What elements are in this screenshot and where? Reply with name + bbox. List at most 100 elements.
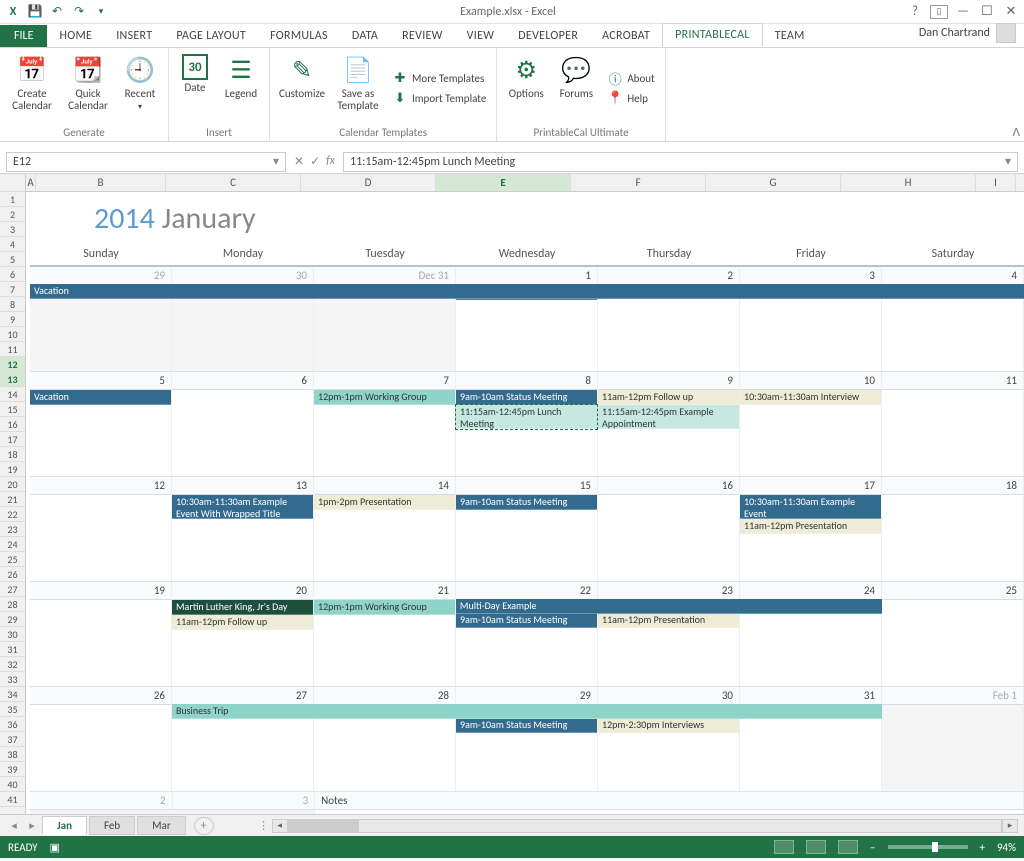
sheet-tab-mar[interactable]: Mar (137, 816, 186, 835)
minimize-icon[interactable]: — (954, 4, 972, 19)
row-header[interactable]: 33 (0, 672, 25, 687)
save-icon[interactable]: 💾 (26, 3, 44, 21)
event-multi-day[interactable]: Multi-Day Example (456, 599, 882, 614)
column-headers[interactable]: ABCDEFGHI (26, 174, 1024, 192)
create-calendar-button[interactable]: 📅Create Calendar (6, 52, 58, 124)
zoom-out-icon[interactable]: – (870, 841, 875, 854)
tab-acrobat[interactable]: ACROBAT (590, 25, 662, 47)
hscroll-track[interactable] (288, 819, 1002, 833)
col-header[interactable]: C (166, 174, 301, 191)
cancel-formula-icon[interactable]: ✕ (294, 154, 304, 169)
event-follow-up[interactable]: 11am-12pm Follow up (172, 615, 313, 630)
collapse-ribbon-icon[interactable]: ᐱ (1012, 126, 1020, 139)
row-header[interactable]: 23 (0, 522, 25, 537)
fx-icon[interactable]: fx (326, 154, 335, 169)
event-working-group[interactable]: 12pm-1pm Working Group (314, 390, 455, 405)
expand-formula-icon[interactable]: ▾ (1005, 154, 1011, 169)
event-vacation[interactable]: Vacation (30, 390, 171, 405)
row-header[interactable]: 4 (0, 237, 25, 252)
tab-team[interactable]: TEAM (763, 25, 817, 47)
tab-data[interactable]: DATA (340, 25, 390, 47)
event-mlk[interactable]: Martin Luther King, Jr's Day (172, 600, 313, 615)
event-presentation[interactable]: 1pm-2pm Presentation (314, 495, 455, 510)
row-header[interactable]: 26 (0, 567, 25, 582)
col-header[interactable]: B (36, 174, 166, 191)
col-header[interactable]: E (436, 174, 571, 191)
event-interviews[interactable]: 12pm-2:30pm Interviews (598, 718, 739, 733)
event-status-meeting[interactable]: 9am-10am Status Meeting (456, 390, 597, 405)
row-header[interactable]: 30 (0, 627, 25, 642)
zoom-slider[interactable] (888, 845, 968, 849)
row-header[interactable]: 32 (0, 657, 25, 672)
row-header[interactable]: 38 (0, 747, 25, 762)
event-lunch-meeting[interactable]: 11:15am-12:45pm Lunch Meeting (456, 405, 597, 429)
row-header[interactable]: 3 (0, 222, 25, 237)
row-header[interactable]: 19 (0, 462, 25, 477)
view-normal-icon[interactable] (774, 840, 794, 854)
row-header[interactable]: 7 (0, 282, 25, 297)
tab-formulas[interactable]: FORMULAS (258, 25, 340, 47)
row-header[interactable]: 37 (0, 732, 25, 747)
close-icon[interactable]: ✕ (1002, 4, 1020, 19)
col-header[interactable]: G (706, 174, 841, 191)
row-header[interactable]: 24 (0, 537, 25, 552)
tab-file[interactable]: FILE (0, 25, 47, 47)
row-header[interactable]: 20 (0, 477, 25, 492)
sheet-tab-feb[interactable]: Feb (89, 816, 135, 835)
legend-button[interactable]: ☰Legend (219, 52, 263, 124)
hscroll-thumb[interactable] (289, 820, 359, 832)
tab-insert[interactable]: INSERT (104, 25, 164, 47)
tab-page-layout[interactable]: PAGE LAYOUT (164, 25, 258, 47)
hscroll-grip-icon[interactable]: ⋮ (256, 819, 272, 832)
row-header[interactable]: 11 (0, 342, 25, 357)
row-header[interactable]: 39 (0, 762, 25, 777)
row-header[interactable]: 13 (0, 372, 25, 387)
forums-button[interactable]: 💬Forums (553, 52, 599, 124)
customize-button[interactable]: ✎Customize (276, 52, 328, 124)
row-header[interactable]: 40 (0, 777, 25, 792)
event-appointment[interactable]: 11:15am-12:45pm Example Appointment (598, 405, 739, 429)
event-status-meeting[interactable]: 9am-10am Status Meeting (456, 718, 597, 733)
event-business-trip[interactable]: Business Trip (172, 704, 882, 719)
help-button[interactable]: 📍Help (603, 89, 658, 107)
row-header[interactable]: 9 (0, 312, 25, 327)
tab-developer[interactable]: DEVELOPER (506, 25, 590, 47)
name-box[interactable]: E12▾ (6, 152, 286, 172)
row-header[interactable]: 34 (0, 687, 25, 702)
row-header[interactable]: 8 (0, 297, 25, 312)
help-icon[interactable]: ? (906, 4, 924, 19)
chevron-down-icon[interactable]: ▾ (273, 154, 279, 169)
row-header[interactable]: 10 (0, 327, 25, 342)
col-header[interactable]: I (976, 174, 1016, 191)
row-header[interactable]: 15 (0, 402, 25, 417)
event-presentation[interactable]: 11am-12pm Presentation (740, 519, 881, 534)
row-header[interactable]: 35 (0, 702, 25, 717)
event-wrapped[interactable]: 10:30am-11:30am Example Event With Wrapp… (172, 495, 313, 519)
row-header[interactable]: 25 (0, 552, 25, 567)
accept-formula-icon[interactable]: ✓ (310, 154, 320, 169)
qat-dropdown-icon[interactable]: ▾ (92, 3, 110, 21)
maximize-icon[interactable]: ☐ (978, 4, 996, 19)
row-header[interactable]: 21 (0, 492, 25, 507)
row-header[interactable]: 2 (0, 207, 25, 222)
hscroll-left-icon[interactable]: ◂ (272, 819, 288, 833)
row-header[interactable]: 17 (0, 432, 25, 447)
row-header[interactable]: 14 (0, 387, 25, 402)
hscroll-right-icon[interactable]: ▸ (1002, 819, 1018, 833)
recent-button[interactable]: 🕘Recent▾ (118, 52, 162, 124)
user-name[interactable]: Dan Chartrand (919, 26, 990, 40)
row-header[interactable]: 31 (0, 642, 25, 657)
redo-icon[interactable]: ↷ (70, 3, 88, 21)
event-status-meeting[interactable]: 9am-10am Status Meeting (456, 613, 597, 628)
tab-view[interactable]: VIEW (455, 25, 507, 47)
col-header[interactable]: D (301, 174, 436, 191)
event-vacation[interactable]: Vacation (30, 284, 1024, 299)
tab-home[interactable]: HOME (47, 25, 104, 47)
ribbon-options-icon[interactable]: ▯ (930, 5, 948, 19)
event-working-group[interactable]: 12pm-1pm Working Group (314, 600, 455, 615)
row-header[interactable]: 36 (0, 717, 25, 732)
sheet-tab-jan[interactable]: Jan (42, 816, 87, 835)
row-header[interactable]: 27 (0, 582, 25, 597)
options-button[interactable]: ⚙Options (503, 52, 549, 124)
formula-input[interactable]: 11:15am-12:45pm Lunch Meeting▾ (343, 152, 1018, 172)
